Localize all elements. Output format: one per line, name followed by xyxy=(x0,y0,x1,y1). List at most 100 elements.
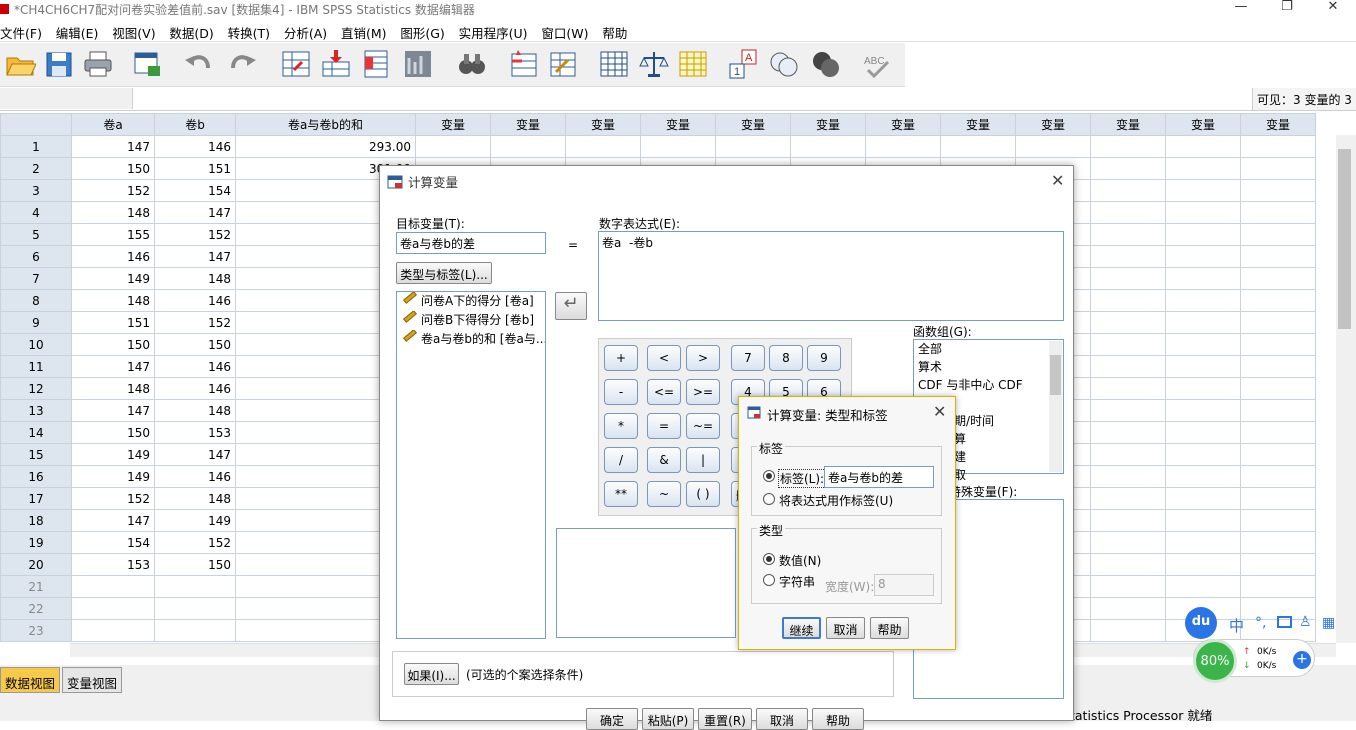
list-item[interactable]: CDF 与非中心 CDF xyxy=(914,376,1063,394)
grid-cell[interactable]: 149 xyxy=(71,267,155,290)
grid-cell[interactable] xyxy=(1240,201,1316,224)
use-sets-icon[interactable] xyxy=(768,48,800,80)
row-number[interactable]: 21 xyxy=(0,575,72,598)
grid-cell[interactable] xyxy=(1165,531,1241,554)
grid-cell[interactable] xyxy=(565,135,641,158)
grid-cell[interactable]: 149 xyxy=(154,509,236,532)
string-radio[interactable] xyxy=(763,574,775,586)
grid-cell[interactable] xyxy=(1165,575,1241,598)
row-number[interactable]: 1 xyxy=(0,135,72,158)
keypad-button[interactable]: > xyxy=(686,345,720,371)
grid-cell[interactable] xyxy=(1165,355,1241,378)
grid-cell[interactable] xyxy=(790,135,866,158)
grid-cell[interactable] xyxy=(1240,179,1316,202)
memory-percent-badge[interactable]: 80% xyxy=(1193,639,1237,683)
list-item[interactable]: 卷a与卷b的和 [卷a与... xyxy=(397,330,545,349)
grid-cell[interactable]: 147 xyxy=(71,509,155,532)
grid-cell[interactable] xyxy=(1090,509,1166,532)
row-header-corner[interactable] xyxy=(0,113,72,136)
grid-cell[interactable]: 146 xyxy=(71,245,155,268)
keypad-button[interactable]: / xyxy=(604,447,638,473)
list-item[interactable]: 全部 xyxy=(914,340,1063,358)
grid-cell[interactable] xyxy=(1165,311,1241,334)
grid-cell[interactable]: 152 xyxy=(71,487,155,510)
label-input[interactable]: 卷a与卷b的差 xyxy=(824,466,934,488)
grid-cell[interactable] xyxy=(1165,465,1241,488)
keypad-button[interactable]: 9 xyxy=(807,345,841,371)
insert-cases-icon[interactable] xyxy=(508,48,540,80)
select-cases-icon[interactable] xyxy=(677,48,709,80)
width-input[interactable]: 8 xyxy=(874,574,934,596)
keypad-button[interactable]: >= xyxy=(686,379,720,405)
grid-cell[interactable] xyxy=(1240,289,1316,312)
sub-help-button[interactable]: 帮助 xyxy=(870,617,909,639)
grid-cell[interactable]: 150 xyxy=(154,333,236,356)
row-number[interactable]: 18 xyxy=(0,509,72,532)
keypad-button[interactable]: - xyxy=(604,379,638,405)
column-header[interactable]: 变量 xyxy=(1015,113,1091,136)
grid-cell[interactable] xyxy=(1240,531,1316,554)
grid-cell[interactable] xyxy=(1165,399,1241,422)
help-button[interactable]: 帮助 xyxy=(812,708,864,730)
reset-button[interactable]: 重置(R) xyxy=(698,708,752,730)
row-number[interactable]: 13 xyxy=(0,399,72,422)
menu-transform[interactable]: 转换(T) xyxy=(228,20,276,42)
function-list-scrollbar[interactable] xyxy=(1049,341,1062,472)
column-header[interactable]: 变量 xyxy=(490,113,566,136)
grid-cell[interactable] xyxy=(71,619,155,642)
row-number[interactable]: 16 xyxy=(0,465,72,488)
grid-cell[interactable] xyxy=(1090,465,1166,488)
grid-cell[interactable] xyxy=(865,135,941,158)
row-number[interactable]: 4 xyxy=(0,201,72,224)
menu-view[interactable]: 视图(V) xyxy=(112,20,161,42)
grid-cell[interactable] xyxy=(1090,289,1166,312)
grid-cell[interactable] xyxy=(1090,157,1166,180)
row-number[interactable]: 15 xyxy=(0,443,72,466)
use-expression-radio[interactable] xyxy=(763,493,775,505)
row-number[interactable]: 8 xyxy=(0,289,72,312)
grid-cell[interactable]: 146 xyxy=(154,465,236,488)
grid-cell[interactable]: 151 xyxy=(71,311,155,334)
column-header[interactable]: 变量 xyxy=(415,113,491,136)
if-button[interactable]: 如果(I)... xyxy=(404,663,459,685)
grid-cell[interactable]: 148 xyxy=(154,267,236,290)
grid-cell[interactable] xyxy=(1090,135,1166,158)
variable-source-list[interactable]: 问卷A下的得分 [卷a] 问卷B下得得分 [卷b] 卷a与卷b的和 [卷a与..… xyxy=(396,291,546,639)
grid-cell[interactable] xyxy=(1090,443,1166,466)
grid-cell[interactable] xyxy=(490,135,566,158)
plus-icon[interactable]: + xyxy=(1293,651,1311,669)
grid-cell[interactable]: 150 xyxy=(71,333,155,356)
grid-cell[interactable]: 293.00 xyxy=(235,135,416,158)
row-number[interactable]: 14 xyxy=(0,421,72,444)
grid-cell[interactable] xyxy=(1090,333,1166,356)
grid-cell[interactable] xyxy=(1090,223,1166,246)
grid-cell[interactable] xyxy=(1165,377,1241,400)
grid-cell[interactable]: 146 xyxy=(154,135,236,158)
grid-cell[interactable] xyxy=(1240,267,1316,290)
close-icon[interactable]: ✕ xyxy=(1051,171,1064,190)
column-header[interactable]: 变量 xyxy=(865,113,941,136)
menu-data[interactable]: 数据(D) xyxy=(169,20,219,42)
cancel-button[interactable]: 取消 xyxy=(756,708,808,730)
grid-cell[interactable] xyxy=(1090,201,1166,224)
list-item[interactable]: 算术 xyxy=(914,358,1063,376)
restore-button[interactable]: ❐ xyxy=(1264,0,1310,20)
grid-cell[interactable]: 147 xyxy=(71,135,155,158)
keypad-button[interactable]: 8 xyxy=(769,345,803,371)
open-icon[interactable] xyxy=(4,48,37,80)
grid-cell[interactable] xyxy=(1240,399,1316,422)
grid-cell[interactable]: 147 xyxy=(71,399,155,422)
grid-cell[interactable]: 148 xyxy=(71,289,155,312)
grid-cell[interactable] xyxy=(1240,443,1316,466)
grid-cell[interactable] xyxy=(940,135,1016,158)
grid-cell[interactable] xyxy=(1240,553,1316,576)
column-header[interactable]: 卷b xyxy=(154,113,236,136)
grid-cell[interactable] xyxy=(1090,267,1166,290)
list-item[interactable]: 问卷A下的得分 [卷a] xyxy=(397,292,545,311)
grid-cell[interactable] xyxy=(154,597,236,620)
keypad-button[interactable]: ~= xyxy=(686,413,720,439)
grid-cell[interactable] xyxy=(1090,531,1166,554)
grid-cell[interactable] xyxy=(1090,575,1166,598)
grid-cell[interactable] xyxy=(1090,377,1166,400)
menu-graphs[interactable]: 图形(G) xyxy=(400,20,450,42)
